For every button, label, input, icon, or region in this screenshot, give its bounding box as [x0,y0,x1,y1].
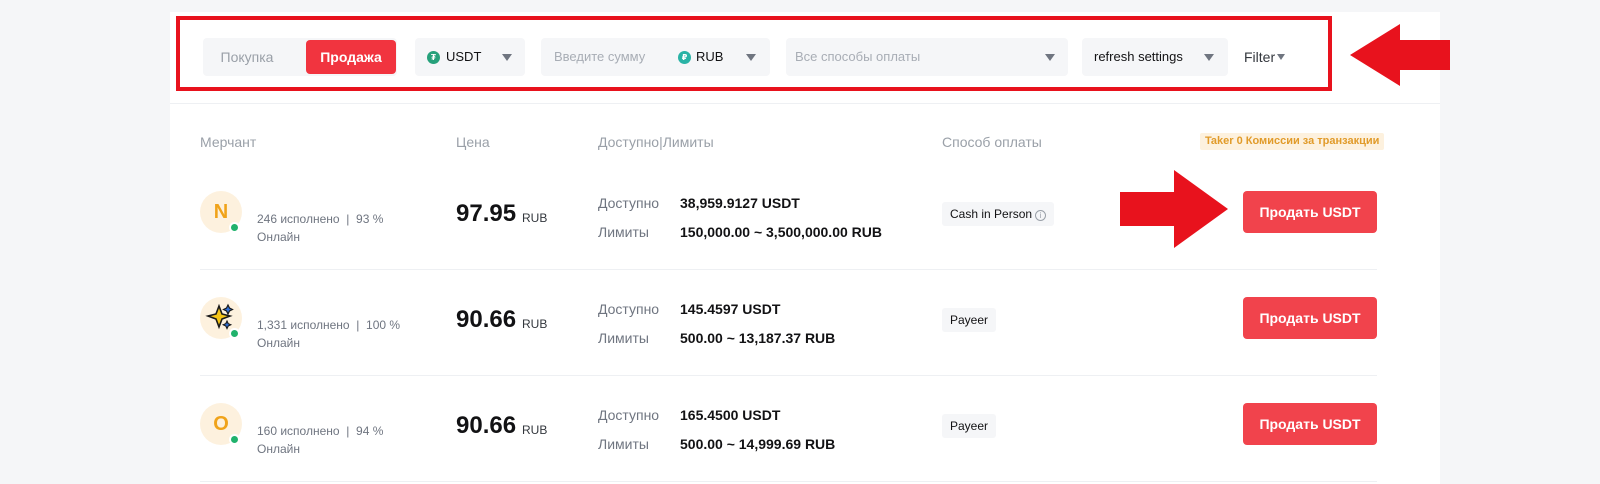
p2p-panel: Покупка Продажа ₮ USDT Введите сумму ₽ R… [170,12,1440,484]
filter-label: Filter [1244,49,1276,65]
payment-method-tag: Payeer [942,308,997,332]
header-available-limits: Доступно|Лимиты [598,134,714,150]
limits-label: Лимиты [598,436,649,452]
info-icon[interactable]: i [1035,210,1047,221]
caret-down-icon [1277,54,1286,60]
payment-method-select[interactable]: Все способы оплаты [786,38,1068,76]
limits-label: Лимиты [598,224,649,240]
price-currency: RUB [522,423,548,437]
refresh-settings-value: refresh settings [1094,49,1183,64]
asset-select-value: USDT [446,49,482,64]
payment-method-tag: Payeer [942,414,997,438]
filter-bar: Покупка Продажа ₮ USDT Введите сумму ₽ R… [170,12,1440,104]
merchant-stats: 160 исполнено | 94 % [257,424,384,438]
header-payment-method: Способ оплаты [942,134,1042,150]
annotation-arrow-left-icon [1350,24,1450,86]
header-price: Цена [456,134,490,150]
sell-usdt-button[interactable]: Продать USDT [1243,191,1377,233]
merchant-stats: 1,331 исполнено | 100 % [257,318,401,332]
merchant-status: Онлайн [257,230,300,244]
payment-method-label: Cash in Person [950,207,1033,221]
limits-value: 500.00 ~ 13,187.37 RUB [680,330,836,346]
trade-side-toggle: Покупка Продажа [203,38,397,76]
merchant-stats: 246 исполнено | 93 % [257,212,384,226]
online-indicator [229,434,240,445]
available-label: Доступно [598,407,660,423]
merchant-status: Онлайн [257,336,300,350]
header-merchant: Мерчант [200,134,257,150]
payment-method-tag: Cash in Person i [942,202,1055,226]
available-value: 165.4500 USDT [680,407,781,423]
fiat-select-value[interactable]: RUB [696,50,723,64]
available-value: 38,959.9127 USDT [680,195,800,211]
refresh-settings-select[interactable]: refresh settings [1082,38,1228,76]
sell-usdt-button[interactable]: Продать USDT [1243,297,1377,339]
price-value: 97.95 [456,200,517,227]
price-currency: RUB [522,211,548,225]
price-value: 90.66 [456,306,517,333]
online-indicator [229,328,240,339]
amount-input-placeholder[interactable]: Введите сумму [554,50,645,64]
available-label: Доступно [598,301,660,317]
chevron-down-icon [1045,54,1055,61]
limits-value: 500.00 ~ 14,999.69 RUB [680,436,836,452]
merchant-status: Онлайн [257,442,300,456]
available-label: Доступно [598,195,660,211]
limits-value: 150,000.00 ~ 3,500,000.00 RUB [680,224,882,240]
usdt-coin-icon: ₮ [427,51,440,64]
asset-select[interactable]: ₮ USDT [415,38,525,76]
rub-coin-icon: ₽ [678,51,691,64]
limits-label: Лимиты [598,330,649,346]
price-value: 90.66 [456,412,517,439]
amount-field[interactable]: Введите сумму ₽ RUB [541,38,770,76]
chevron-down-icon [1204,54,1214,61]
chevron-down-icon[interactable] [746,54,756,61]
price-currency: RUB [522,317,548,331]
table-row: 1,331 исполнено | 100 % Онлайн 90.66 RUB… [200,270,1377,376]
tab-buy[interactable]: Покупка [211,38,283,76]
payment-method-placeholder: Все способы оплаты [795,49,921,64]
available-value: 145.4597 USDT [680,301,781,317]
filter-button[interactable]: Filter [1244,49,1286,65]
tab-sell[interactable]: Продажа [306,40,396,74]
chevron-down-icon [502,54,512,61]
taker-fee-badge: Taker 0 Комиссии за транзакции [1200,133,1385,150]
online-indicator [229,222,240,233]
sell-usdt-button[interactable]: Продать USDT [1243,403,1377,445]
table-row: O 160 исполнено | 94 % Онлайн 90.66 RUB … [200,376,1377,482]
annotation-arrow-right-icon [1120,170,1228,248]
